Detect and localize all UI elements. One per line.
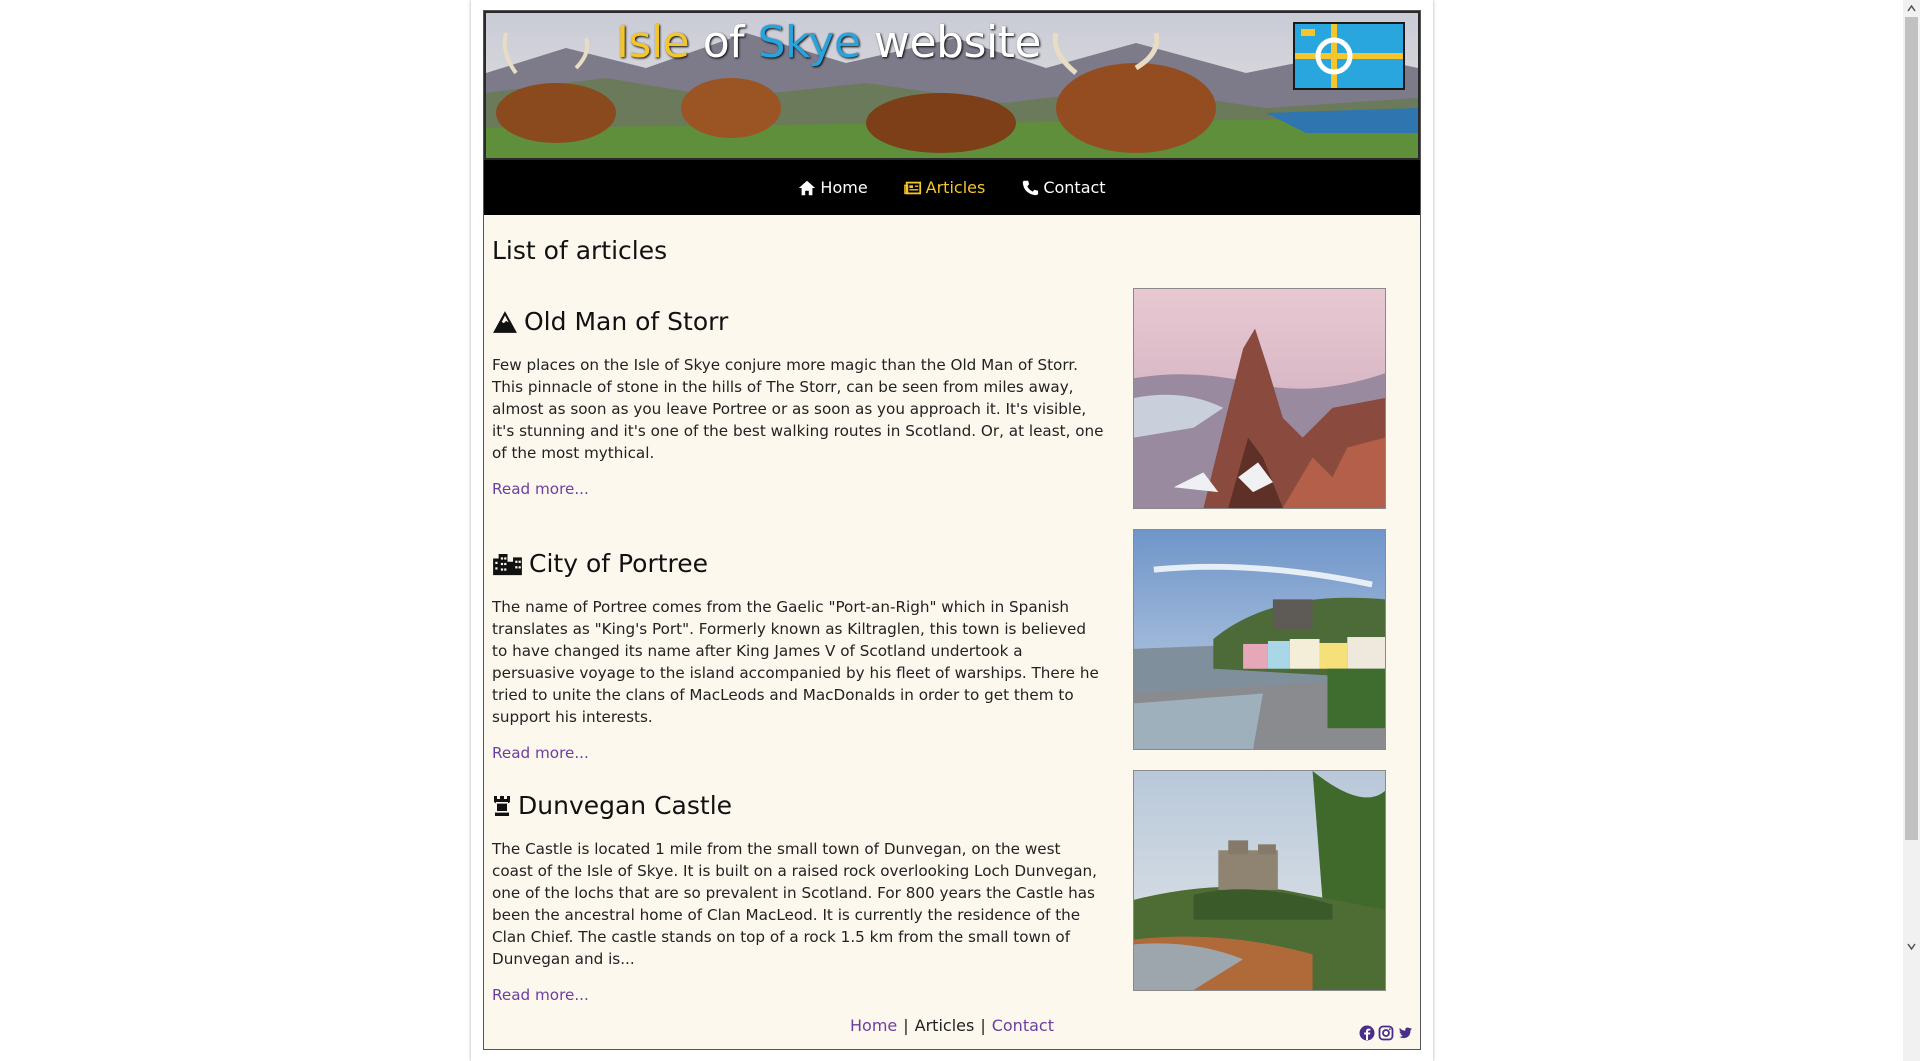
article-summary: The name of Portree comes from the Gaeli…	[492, 598, 1099, 726]
home-icon	[799, 180, 816, 195]
chess-rook-icon	[494, 795, 510, 816]
article-image-old-man-of-storr	[1133, 288, 1386, 509]
article-item: Old Man of Storr Few places on the Isle …	[492, 307, 1104, 498]
city-icon	[493, 553, 522, 575]
banner-title-website: website	[860, 17, 1041, 68]
article-title-text: City of Portree	[529, 549, 709, 578]
footer-link-home[interactable]: Home	[850, 1016, 897, 1035]
nav-item-articles[interactable]: Articles	[903, 178, 986, 197]
nav-item-label: Home	[820, 178, 868, 197]
article-image-city-of-portree	[1133, 529, 1386, 750]
scroll-up-icon[interactable]	[1907, 4, 1916, 13]
banner-title-isle: Isle	[616, 17, 690, 68]
nav-item-contact[interactable]: Contact	[1021, 178, 1106, 197]
page-scrollbar[interactable]	[1903, 0, 1920, 1061]
article-item: Dunvegan Castle The Castle is located 1 …	[492, 791, 1104, 1004]
site-banner: Isle of Skye website	[484, 11, 1420, 160]
newspaper-icon	[903, 181, 921, 194]
banner-title-skye: Skye	[757, 17, 861, 68]
scroll-down-icon[interactable]	[1907, 942, 1916, 951]
read-more-link[interactable]: Read more...	[492, 480, 589, 498]
flag-icon	[1293, 22, 1405, 90]
footer-current-articles: Articles	[914, 1016, 975, 1035]
article-title: City of Portree	[492, 549, 1104, 578]
twitter-icon[interactable]	[1397, 1025, 1413, 1041]
article-title-text: Dunvegan Castle	[518, 791, 733, 820]
article-title: Old Man of Storr	[492, 307, 1104, 336]
article-summary: The Castle is located 1 mile from the sm…	[492, 840, 1097, 968]
nav-item-label: Articles	[925, 178, 986, 197]
banner-title: Isle of Skye website	[616, 17, 1042, 68]
footer-separator: |	[980, 1016, 986, 1035]
facebook-icon[interactable]	[1359, 1025, 1375, 1041]
article-item: City of Portree The name of Portree come…	[492, 549, 1104, 762]
instagram-icon[interactable]	[1378, 1025, 1394, 1041]
footer-link-contact[interactable]: Contact	[992, 1016, 1054, 1035]
mountain-icon	[493, 310, 517, 333]
article-summary: Few places on the Isle of Skye conjure m…	[492, 356, 1104, 462]
nav-item-label: Contact	[1043, 178, 1106, 197]
main-nav: Home Articles Contact	[484, 160, 1420, 215]
footer-separator: |	[903, 1016, 909, 1035]
read-more-link[interactable]: Read more...	[492, 744, 589, 762]
page-title: List of articles	[492, 236, 668, 265]
social-links	[1359, 1025, 1413, 1041]
banner-title-of: of	[689, 17, 758, 68]
footer-nav: Home | Articles | Contact	[484, 1016, 1420, 1035]
article-title: Dunvegan Castle	[492, 791, 1104, 820]
article-image-dunvegan-castle	[1133, 770, 1386, 991]
article-title-text: Old Man of Storr	[524, 307, 729, 336]
read-more-link[interactable]: Read more...	[492, 986, 589, 1004]
phone-icon	[1023, 180, 1039, 195]
scrollbar-thumb[interactable]	[1905, 17, 1918, 840]
nav-item-home[interactable]: Home	[798, 178, 868, 197]
